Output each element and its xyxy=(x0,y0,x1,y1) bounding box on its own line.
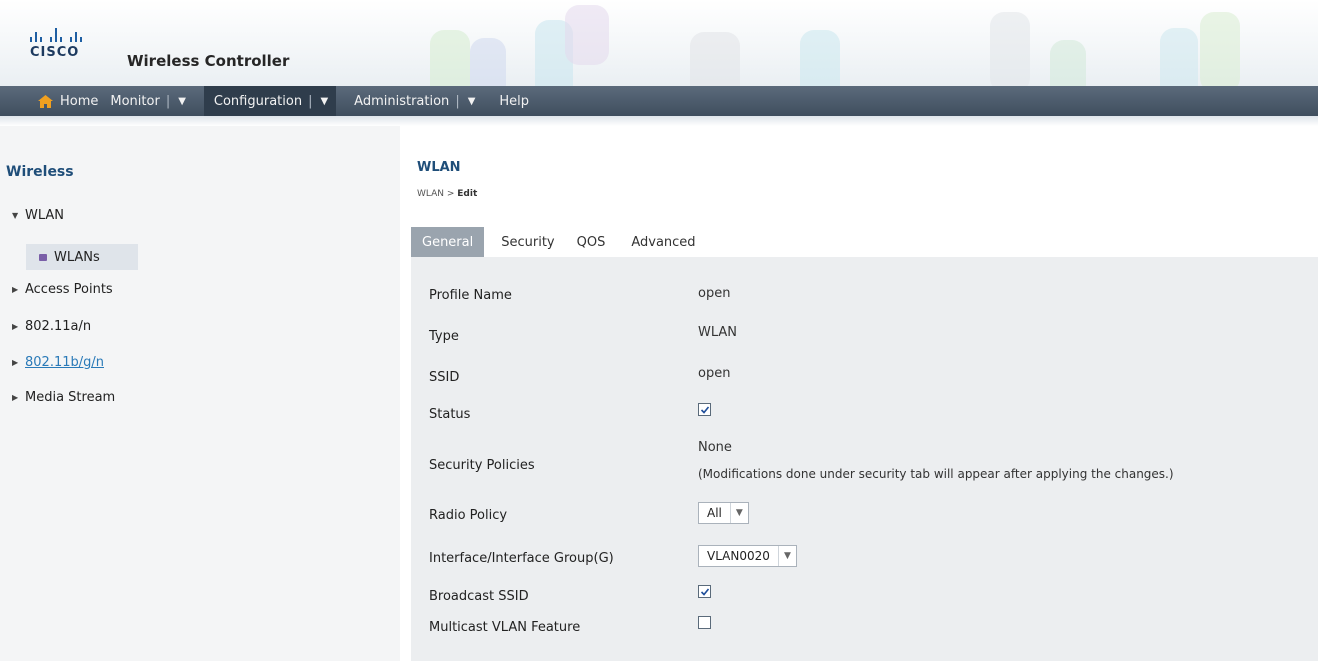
broadcast-ssid-checkbox[interactable] xyxy=(698,585,711,598)
sidebar-item-label: WLANs xyxy=(54,249,100,265)
tab-bar: General Security QOS Advanced xyxy=(411,227,707,257)
chevron-down-icon[interactable]: ▼ xyxy=(178,96,186,107)
nav-home[interactable]: Home xyxy=(0,86,104,116)
home-icon xyxy=(38,94,53,108)
triangle-right-icon: ▶ xyxy=(12,285,19,294)
profile-name-label: Profile Name xyxy=(429,288,512,303)
cisco-bars-icon xyxy=(30,28,82,42)
security-policies-note: (Modifications done under security tab w… xyxy=(698,467,1174,481)
nav-help-label: Help xyxy=(499,93,530,109)
interface-label: Interface/Interface Group(G) xyxy=(429,551,614,566)
type-label: Type xyxy=(429,329,459,344)
breadcrumb-separator: > xyxy=(444,189,458,199)
tab-qos[interactable]: QOS xyxy=(566,227,617,257)
radio-policy-label: Radio Policy xyxy=(429,508,508,523)
nav-separator: | xyxy=(455,93,460,109)
cisco-logo-text: CISCO xyxy=(30,45,80,60)
nav-separator: | xyxy=(165,93,171,109)
chevron-down-icon[interactable]: ▼ xyxy=(320,96,328,107)
sidebar-item-label: Media Stream xyxy=(25,390,116,405)
profile-name-value: open xyxy=(698,286,731,301)
sidebar-item-label: Access Points xyxy=(25,282,113,297)
main-content: WLAN WLAN > Edit General Security QOS Ad… xyxy=(400,126,1318,661)
cisco-logo: CISCO xyxy=(30,28,82,60)
app-header: CISCO Wireless Controller xyxy=(0,0,1318,86)
ssid-label: SSID xyxy=(429,370,460,385)
interface-select[interactable]: VLAN0020 ▼ xyxy=(698,545,797,567)
sidebar-item-media-stream[interactable]: ▶ Media Stream xyxy=(12,390,115,405)
header-decoration xyxy=(430,30,470,86)
tab-security[interactable]: Security xyxy=(490,227,565,257)
nav-separator: | xyxy=(308,93,313,109)
sidebar-item-wlan[interactable]: ▼ WLAN xyxy=(12,208,64,223)
chevron-down-icon: ▼ xyxy=(729,503,748,523)
nav-shadow xyxy=(0,116,1318,126)
general-panel: Profile Name open Type WLAN SSID open St… xyxy=(411,257,1318,661)
sidebar-item-wlans[interactable]: WLANs xyxy=(26,244,138,270)
header-decoration xyxy=(800,30,840,86)
sidebar-item-label: 802.11b/g/n xyxy=(25,355,104,370)
ssid-value: open xyxy=(698,366,731,381)
nav-administration-label: Administration xyxy=(354,93,450,109)
sidebar-item-80211an[interactable]: ▶ 802.11a/n xyxy=(12,319,91,334)
tab-advanced[interactable]: Advanced xyxy=(620,227,707,257)
sidebar-item-access-points[interactable]: ▶ Access Points xyxy=(12,282,113,297)
type-value: WLAN xyxy=(698,325,738,340)
triangle-right-icon: ▶ xyxy=(12,358,19,367)
interface-value: VLAN0020 xyxy=(707,549,770,563)
nav-configuration-label: Configuration xyxy=(213,93,303,109)
broadcast-ssid-label: Broadcast SSID xyxy=(429,589,529,604)
header-decoration xyxy=(1160,28,1198,86)
triangle-right-icon: ▶ xyxy=(12,322,19,331)
triangle-down-icon: ▼ xyxy=(12,211,19,220)
sidebar-item-80211bgn[interactable]: ▶ 802.11b/g/n xyxy=(12,355,104,370)
nav-configuration[interactable]: Configuration | ▼ xyxy=(203,86,337,116)
breadcrumb: WLAN > Edit xyxy=(417,189,477,199)
multicast-vlan-label: Multicast VLAN Feature xyxy=(429,620,581,635)
multicast-vlan-checkbox[interactable] xyxy=(698,616,711,629)
wlans-icon xyxy=(39,253,47,261)
tab-general[interactable]: General xyxy=(411,227,485,257)
sidebar-item-label: 802.11a/n xyxy=(25,319,92,334)
nav-help[interactable]: Help xyxy=(493,86,535,116)
sidebar-title: Wireless xyxy=(6,164,74,180)
status-label: Status xyxy=(429,407,471,422)
header-decoration xyxy=(565,5,609,65)
chevron-down-icon: ▼ xyxy=(777,546,796,566)
triangle-right-icon: ▶ xyxy=(12,393,19,402)
header-decoration xyxy=(470,38,506,86)
nav-administration[interactable]: Administration | ▼ xyxy=(348,86,481,116)
security-policies-value: None xyxy=(698,440,732,455)
header-decoration xyxy=(1050,40,1086,86)
radio-policy-value: All xyxy=(707,506,722,520)
main-nav: Home Monitor | ▼ Configuration | ▼ Admin… xyxy=(0,86,1318,116)
nav-home-label: Home xyxy=(60,93,99,109)
radio-policy-select[interactable]: All ▼ xyxy=(698,502,749,524)
sidebar: Wireless ▼ WLAN WLANs ▶ Access Points ▶ … xyxy=(0,126,400,661)
header-decoration xyxy=(990,12,1030,86)
nav-monitor[interactable]: Monitor | ▼ xyxy=(104,86,192,116)
header-decoration xyxy=(690,32,740,86)
header-decoration xyxy=(1200,12,1240,86)
app-title: Wireless Controller xyxy=(127,52,290,70)
breadcrumb-current: Edit xyxy=(457,189,478,199)
status-checkbox[interactable] xyxy=(698,403,711,416)
breadcrumb-root[interactable]: WLAN xyxy=(417,189,444,199)
nav-monitor-label: Monitor xyxy=(110,93,160,109)
page-title: WLAN xyxy=(417,160,461,175)
chevron-down-icon[interactable]: ▼ xyxy=(468,96,476,107)
security-policies-label: Security Policies xyxy=(429,458,535,473)
sidebar-item-label: WLAN xyxy=(25,208,65,223)
